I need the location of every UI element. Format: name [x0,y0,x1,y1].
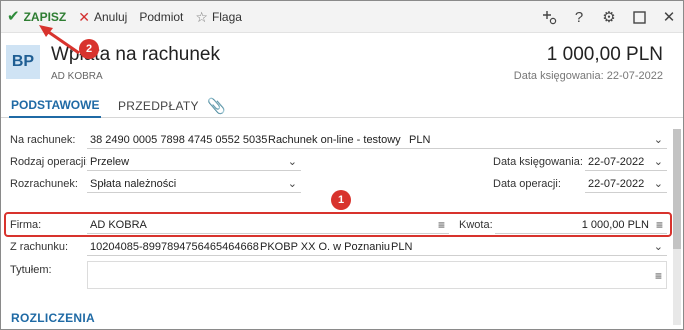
operation-type-select[interactable]: Przelew ⌄ [87,153,301,171]
account-name: Rachunek on-line - testowy [268,134,401,146]
chevron-down-icon: ⌄ [653,241,663,253]
document-header: BP Wpłata na rachunek AD KOBRA 1 000,00 … [1,34,683,88]
operation-type-label: Rodzaj operacji: [10,156,89,168]
settlements-section-title: ROZLICZENIA [11,311,95,325]
save-label: ZAPISZ [23,9,67,24]
tab-bar: PODSTAWOWE PRZEDPŁATY 📎 [1,94,683,118]
settlement-value: Spłata należności [90,178,177,190]
page-subtitle: AD KOBRA [51,71,103,82]
settlement-select[interactable]: Spłata należności ⌄ [87,175,301,193]
help-icon[interactable]: ? [565,1,593,33]
from-account-bank: PKOBP XX O. w Poznaniu [260,241,391,253]
maximize-icon[interactable] [625,1,653,33]
operation-type-row: Rodzaj operacji: Przelew ⌄ Data księgowa… [1,152,673,172]
paperclip-icon: 📎 [207,98,226,115]
chevron-down-icon: ⌄ [287,178,297,190]
highlight-box [4,212,672,237]
star-icon: ☆ [195,8,208,25]
cancel-label: Anuluj [93,9,128,24]
title-row: Tytułem: ≡ [1,260,673,290]
gear-icon[interactable]: ⚙ [595,1,623,33]
booking-date-field[interactable]: 22-07-2022 ⌄ [585,153,667,171]
header-amount: 1 000,00 PLN [546,44,663,65]
save-button[interactable]: ✔ ZAPISZ [1,1,72,33]
checkmark-icon: ✔ [7,8,20,25]
operation-type-value: Przelew [90,156,130,168]
annotation-marker-2: 2 [79,39,99,59]
title-field[interactable]: ≡ [87,261,667,289]
account-select[interactable]: 38 2490 0005 7898 4745 0552 5035 Rachune… [87,131,667,149]
from-account-label: Z rachunku: [10,241,69,253]
close-icon: ✕ [78,8,90,25]
booking-date-value: 22-07-2022 [588,156,645,168]
subject-button[interactable]: Podmiot [133,1,189,33]
toolbar: ✔ ZAPISZ ✕ Anuluj Podmiot ☆ Flaga ? ⚙ ✕ [1,1,683,33]
scrollbar-thumb[interactable] [673,129,681,249]
chevron-down-icon: ⌄ [287,156,297,168]
close-window-icon[interactable]: ✕ [655,1,683,33]
operation-date-value: 22-07-2022 [588,178,645,190]
chevron-down-icon: ⌄ [653,134,663,146]
document-type-badge: BP [6,45,40,79]
flag-label: Flaga [211,9,242,24]
flag-button[interactable]: ☆ Flaga [189,1,248,33]
tab-prepayments[interactable]: PRZEDPŁATY [118,94,199,118]
subject-label: Podmiot [139,9,184,24]
chevron-down-icon: ⌄ [653,156,663,168]
from-account-number: 10204085-8997894756465464668 [90,241,259,253]
cancel-button[interactable]: ✕ Anuluj [72,1,133,33]
menu-icon[interactable]: ≡ [655,269,662,283]
annotation-marker-1: 1 [331,190,351,210]
from-account-currency: PLN [391,241,413,253]
payment-window: ✔ ZAPISZ ✕ Anuluj Podmiot ☆ Flaga ? ⚙ ✕ [0,0,684,330]
add-attachment-icon[interactable] [535,1,563,33]
account-number: 38 2490 0005 7898 4745 0552 5035 [90,134,268,146]
account-currency: PLN [409,134,431,146]
operation-date-field[interactable]: 22-07-2022 ⌄ [585,175,667,193]
page-title: Wpłata na rachunek [51,44,220,65]
account-row: Na rachunek: 38 2490 0005 7898 4745 0552… [1,130,673,150]
from-account-select[interactable]: 10204085-8997894756465464668 PKOBP XX O.… [87,238,667,256]
tab-attachments[interactable]: 📎 [207,94,226,118]
title-label: Tytułem: [10,264,52,276]
tab-basic[interactable]: PODSTAWOWE [9,94,102,118]
booking-date-label: Data księgowania: [493,156,583,168]
operation-date-label: Data operacji: [493,178,561,190]
from-account-row: Z rachunku: 10204085-8997894756465464668… [1,237,673,257]
settlement-label: Rozrachunek: [10,178,78,190]
header-booking-date: Data księgowania: 22-07-2022 [513,70,663,82]
account-label: Na rachunek: [10,134,76,146]
chevron-down-icon: ⌄ [653,178,663,190]
